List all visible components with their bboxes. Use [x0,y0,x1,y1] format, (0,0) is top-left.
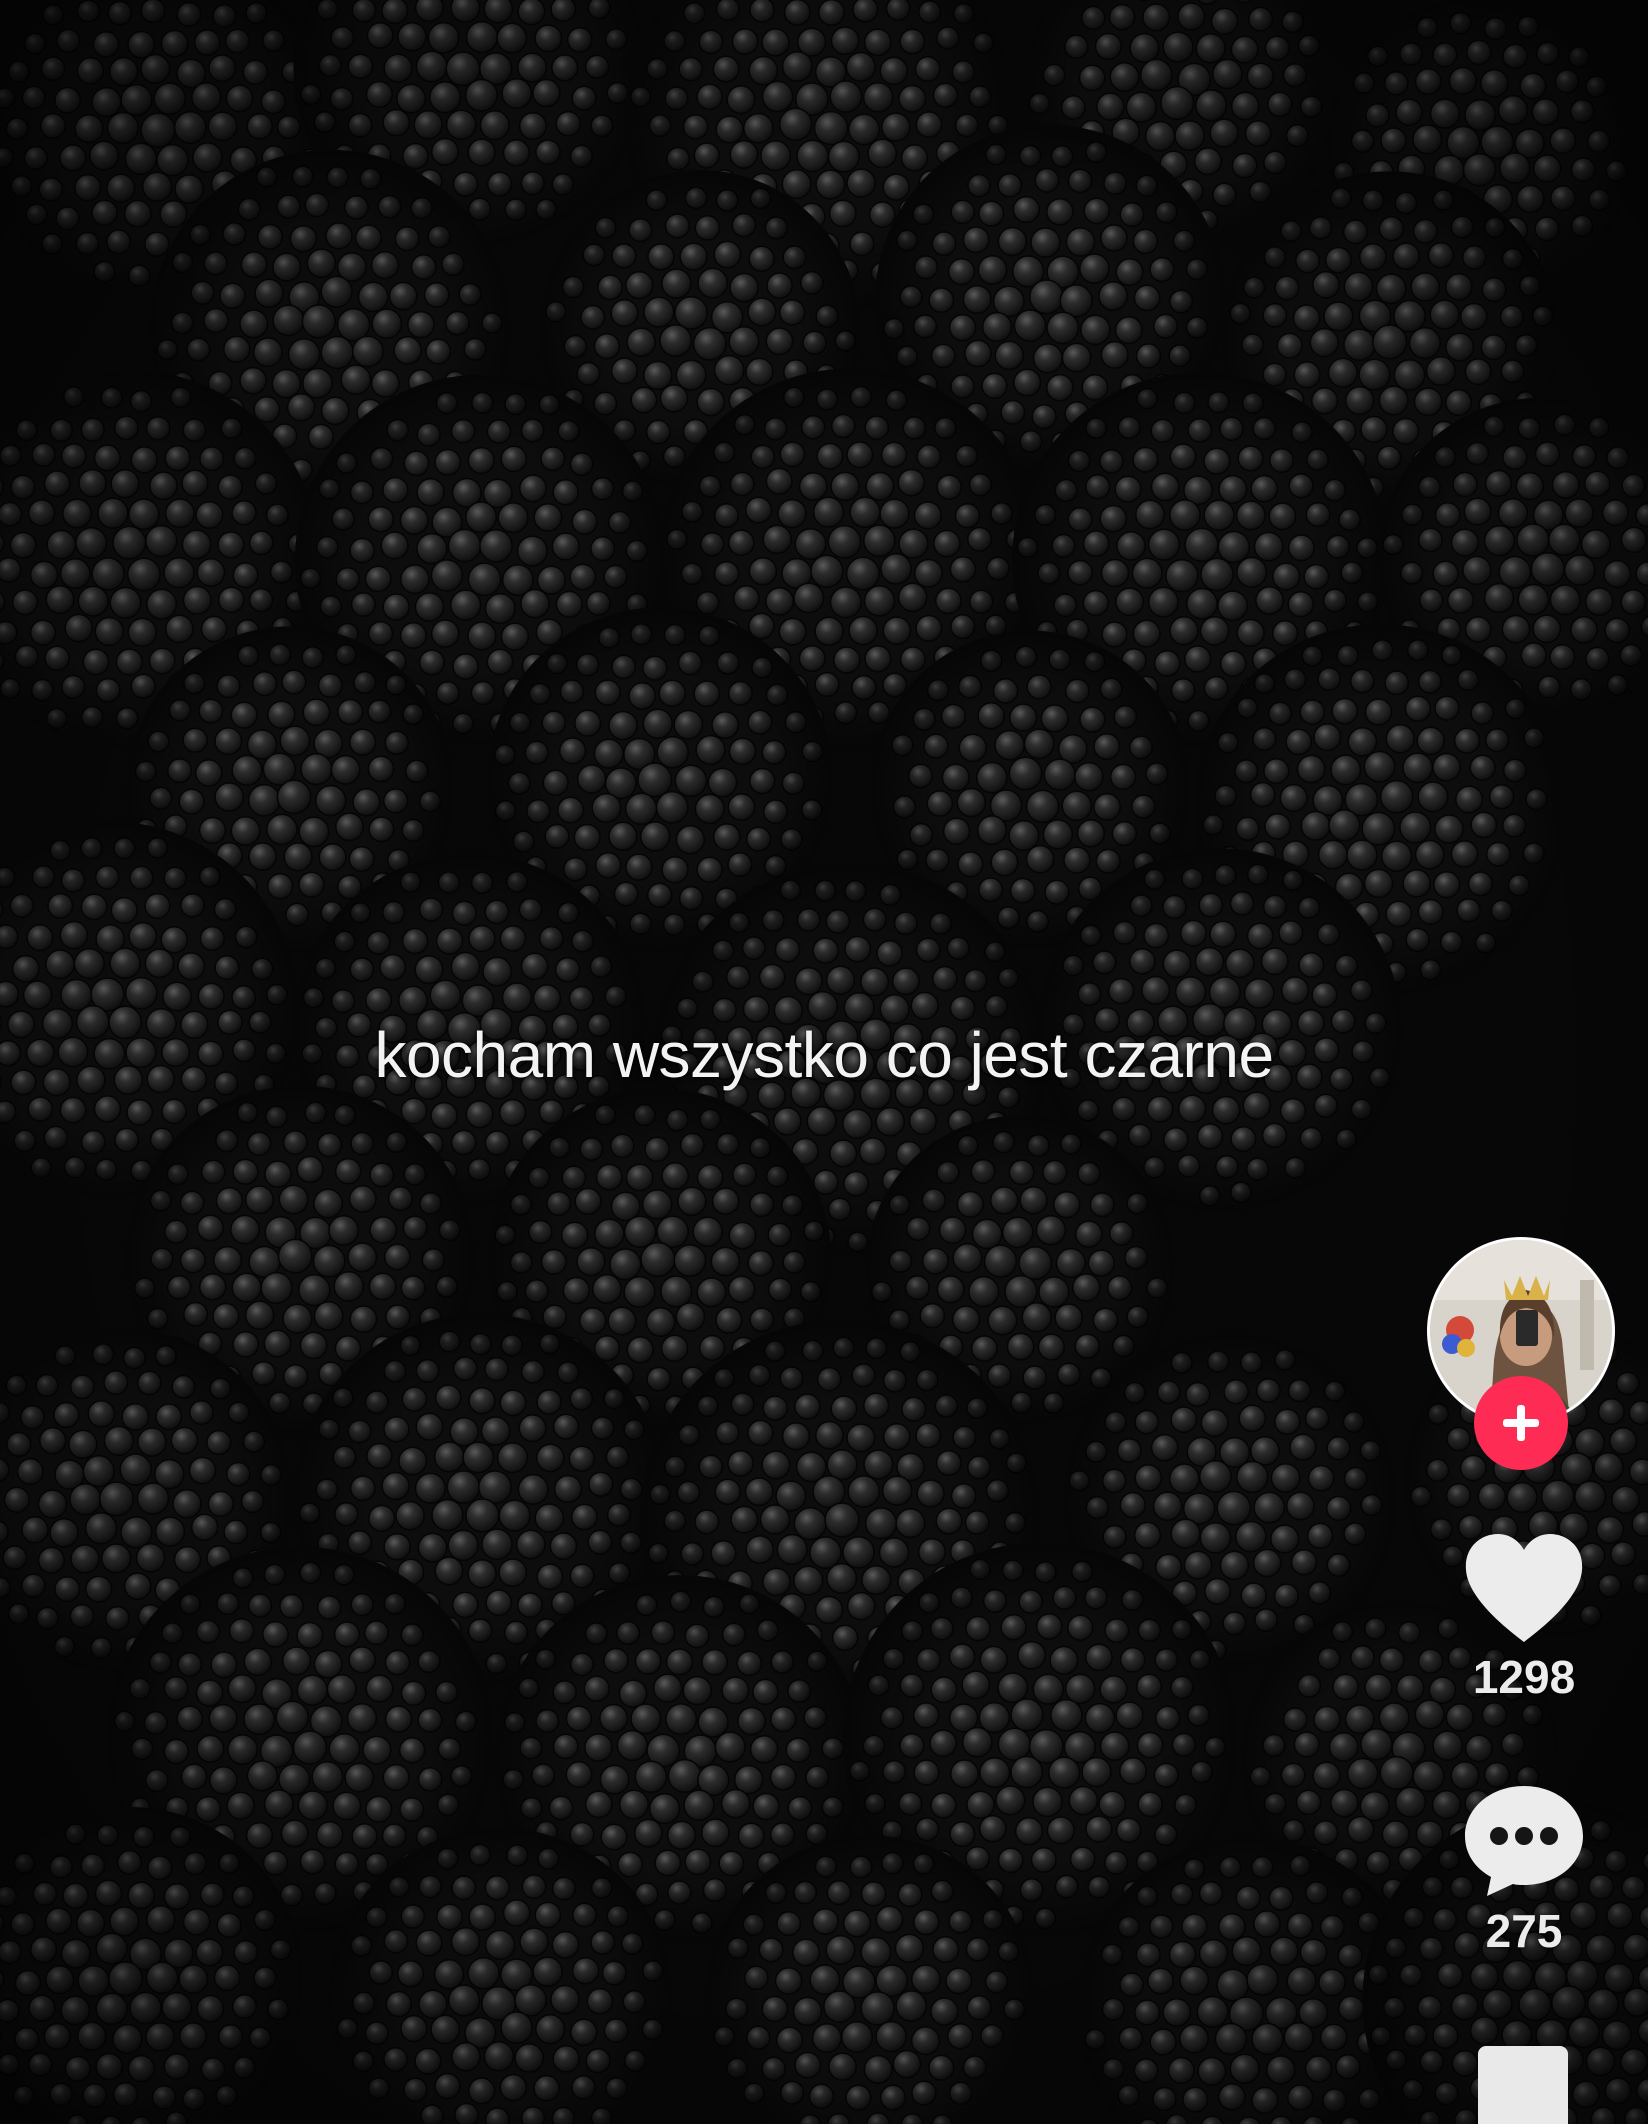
comment-bubble-icon [1465,1786,1583,1896]
like-button[interactable]: 1298 [1440,1530,1608,1704]
follow-button[interactable] [1474,1376,1568,1470]
share-button[interactable] [1478,2046,1568,2124]
video-caption: kocham wszystko co jest czarne [374,1019,1274,1091]
video-screen[interactable]: kocham wszystko co jest czarne 1298 275 [0,0,1648,2124]
comment-count: 275 [1485,1905,1563,1957]
heart-icon [1465,1534,1583,1642]
comment-button[interactable]: 275 [1440,1782,1608,1958]
plus-icon [1503,1405,1539,1441]
like-count: 1298 [1472,1651,1576,1703]
